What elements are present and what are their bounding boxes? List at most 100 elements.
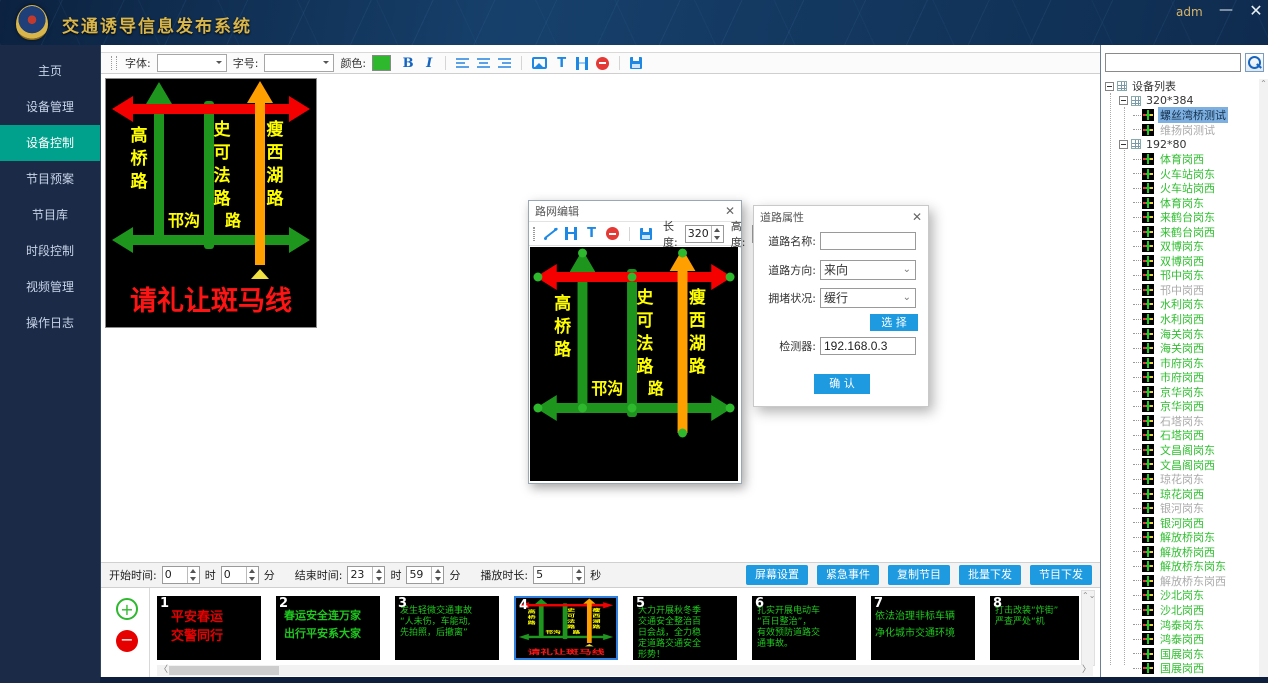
bold-icon[interactable]: B: [401, 56, 415, 71]
tree-label-group[interactable]: 320*384: [1144, 94, 1196, 107]
action-button-复制节目[interactable]: 复制节目: [888, 565, 950, 585]
duration-stepper[interactable]: 5: [533, 566, 585, 584]
delete-icon[interactable]: [606, 227, 619, 240]
intersection-icon: [1142, 255, 1154, 267]
end-hour-stepper[interactable]: 23: [347, 566, 385, 584]
action-button-节目下发[interactable]: 节目下发: [1030, 565, 1092, 585]
action-button-紧急事件[interactable]: 紧急事件: [817, 565, 879, 585]
add-program-button[interactable]: +: [116, 598, 138, 620]
program-thumbnail-7[interactable]: 7依法治理非标车辆净化城市交通环境: [871, 596, 975, 660]
tree-label-group[interactable]: 192*80: [1144, 138, 1189, 151]
close-icon[interactable]: ✕: [725, 204, 735, 218]
end-time-label: 结束时间:: [295, 567, 343, 583]
sidebar-item-7[interactable]: 视频管理: [0, 269, 100, 305]
program-thumbnail-8[interactable]: 8打击改装“炸街”严查严处“机: [990, 596, 1079, 660]
sidebar-item-6[interactable]: 时段控制: [0, 233, 100, 269]
device-panel-scrollbar[interactable]: ⌃: [1259, 79, 1268, 679]
delete-icon[interactable]: [596, 57, 609, 70]
tree-label-device[interactable]: 维扬岗测试: [1158, 122, 1217, 138]
expand-toggle[interactable]: [1119, 96, 1128, 105]
tree-device-解放桥东岗西: 解放桥东岗西: [1103, 574, 1257, 589]
tree-device-火车站岗东: 火车站岗东: [1103, 166, 1257, 181]
tree-label-device[interactable]: 国展岗西: [1158, 660, 1206, 676]
roadnet-edit-canvas[interactable]: 高桥路史可法路瘦西湖路邗沟路: [530, 247, 738, 481]
road-label-left: 高桥路: [554, 293, 572, 359]
align-left-icon[interactable]: [456, 58, 469, 68]
road-icon[interactable]: [565, 227, 577, 240]
start-hour-stepper[interactable]: 0: [162, 566, 200, 584]
road-label-bottom: 邗沟: [168, 211, 200, 230]
save-icon[interactable]: [630, 57, 642, 69]
tree-branch: [1133, 391, 1141, 392]
road-direction-row: 道路方向: 来向: [754, 260, 916, 280]
font-select[interactable]: [157, 54, 227, 72]
color-swatch[interactable]: [372, 55, 391, 71]
program-preview-panel[interactable]: 高桥路史可法路瘦西湖路邗沟路请礼让斑马线: [105, 78, 317, 328]
road-label-middle: 史可法路: [214, 119, 232, 209]
program-thumbnail-6[interactable]: 6扎实开展电动车“百日整治”，有效预防道路交通事故。: [752, 596, 856, 660]
road-label-left: 高桥路: [131, 125, 149, 192]
program-thumbnail-1[interactable]: 1平安春运交警同行: [157, 596, 261, 660]
hour-unit-label: 时: [205, 567, 216, 583]
save-icon[interactable]: [640, 228, 652, 240]
tree-branch: [1133, 202, 1141, 203]
roadnet-icon[interactable]: [576, 57, 588, 70]
tree-branch: [1133, 566, 1141, 567]
sidebar-item-2[interactable]: 设备管理: [0, 89, 100, 125]
detector-field[interactable]: [820, 337, 916, 355]
close-icon[interactable]: ✕: [912, 210, 922, 224]
program-thumbnail-2[interactable]: 2春运安全连万家出行平安系大家: [276, 596, 380, 660]
roadprops-dialog-titlebar[interactable]: 道路属性 ✕: [754, 206, 928, 228]
device-search-input[interactable]: [1105, 53, 1241, 72]
road-label-middle: 史可法路: [636, 287, 654, 376]
italic-icon[interactable]: I: [423, 56, 435, 71]
start-minute-stepper[interactable]: 0: [221, 566, 259, 584]
search-button[interactable]: [1245, 53, 1264, 72]
image-icon[interactable]: [532, 57, 547, 69]
expand-toggle[interactable]: [1119, 140, 1128, 149]
tree-device-体育岗西: 体育岗西: [1103, 152, 1257, 167]
intersection-icon: [1142, 575, 1154, 587]
expand-toggle[interactable]: [1105, 82, 1114, 91]
align-center-icon[interactable]: [477, 58, 490, 68]
end-minute-stepper[interactable]: 59: [406, 566, 444, 584]
select-detector-button[interactable]: 选 择: [870, 314, 918, 331]
tree-device-解放桥岗西: 解放桥岗西: [1103, 545, 1257, 560]
close-icon[interactable]: ✕: [1246, 1, 1266, 21]
program-thumbnail-5[interactable]: 5大力开展秋冬季交通安全整治百日会战，全力稳定道路交通安全形势！: [633, 596, 737, 660]
strip-vertical-scrollbar[interactable]: ⌃⌄: [1081, 590, 1095, 666]
program-thumbnail-4[interactable]: 4高桥路史可法路瘦西湖路邗沟路请礼让斑马线: [514, 596, 618, 660]
confirm-button[interactable]: 确 认: [814, 374, 870, 394]
line-icon[interactable]: [544, 227, 557, 240]
congestion-select[interactable]: 缓行: [820, 288, 916, 308]
text-icon[interactable]: T: [585, 226, 598, 241]
tree-branch: [1133, 668, 1141, 669]
road-name-field[interactable]: [820, 232, 916, 250]
roadnet-dialog-titlebar[interactable]: 路网编辑 ✕: [529, 201, 741, 221]
program-thumbnail-3[interactable]: 3发生轻微交通事故“人未伤，车能动,先拍照，后撤离”: [395, 596, 499, 660]
minimize-icon[interactable]: —: [1216, 2, 1236, 20]
size-select[interactable]: [264, 54, 334, 72]
tree-branch: [1133, 129, 1141, 130]
length-stepper[interactable]: 320: [685, 225, 724, 243]
text-icon[interactable]: T: [555, 56, 568, 71]
align-right-icon[interactable]: [498, 58, 511, 68]
strip-horizontal-scrollbar[interactable]: 〈〉: [157, 665, 1093, 676]
remove-program-button[interactable]: −: [116, 630, 138, 652]
tree-device-沙北岗西: 沙北岗西: [1103, 603, 1257, 618]
road-label-bottom: 邗沟: [546, 630, 561, 635]
intersection-icon: [1142, 458, 1154, 470]
road-direction-select[interactable]: 来向: [820, 260, 916, 280]
sidebar-item-4[interactable]: 节目预案: [0, 161, 100, 197]
action-button-屏幕设置[interactable]: 屏幕设置: [746, 565, 808, 585]
tree-branch: [1133, 319, 1141, 320]
sidebar-item-3[interactable]: 设备控制: [0, 125, 100, 161]
action-button-批量下发[interactable]: 批量下发: [959, 565, 1021, 585]
device-panel: 设备列表320*384螺丝湾桥测试维扬岗测试192*80体育岗西火车站岗东火车站…: [1100, 45, 1268, 683]
intersection-icon: [1142, 371, 1154, 383]
sidebar-item-8[interactable]: 操作日志: [0, 305, 100, 341]
sidebar-item-5[interactable]: 节目库: [0, 197, 100, 233]
intersection-icon: [1142, 153, 1154, 165]
sidebar-item-1[interactable]: 主页: [0, 53, 100, 89]
detector-label: 检测器:: [754, 338, 816, 354]
